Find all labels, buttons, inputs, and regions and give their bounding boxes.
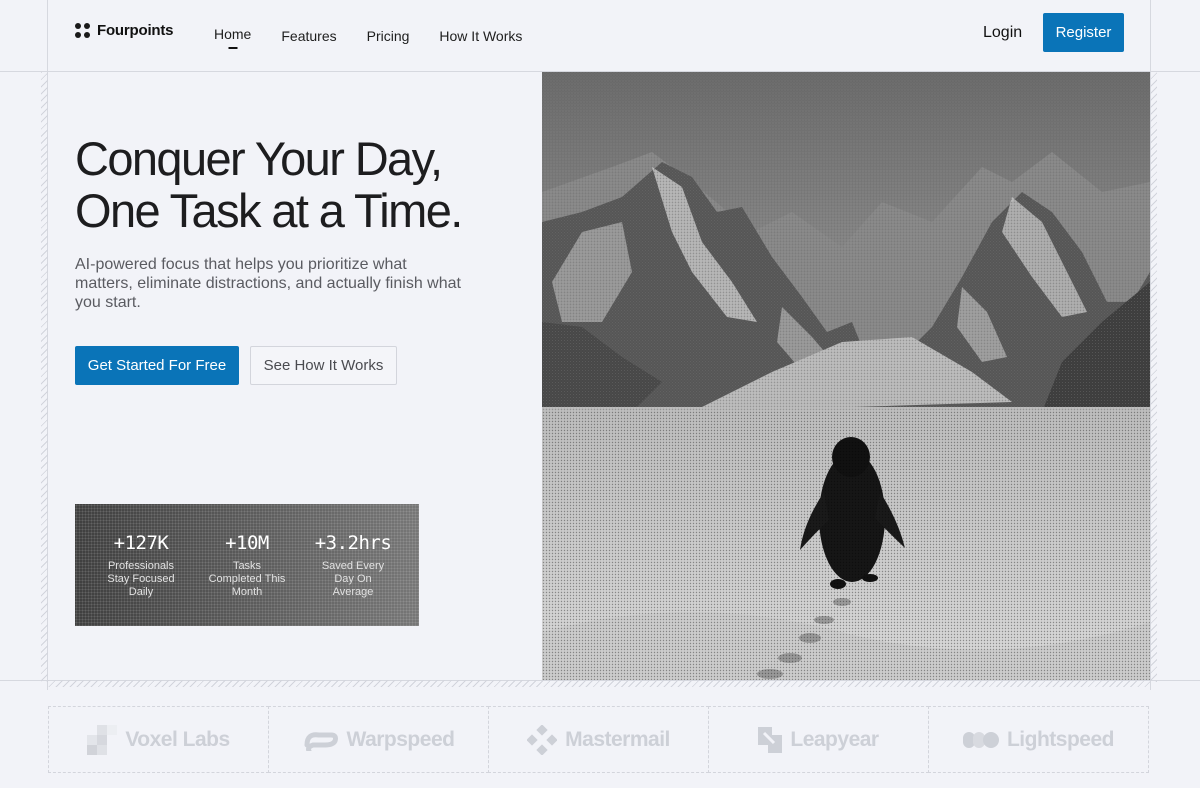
stat-value: +127K [113,532,169,554]
partner-name: Leapyear [790,727,879,751]
stat-label: Professionals Stay Focused Daily [107,560,175,598]
partner-voxel-labs: Voxel Labs [48,706,269,773]
voxel-logo-icon [87,724,118,755]
partner-warpspeed: Warpspeed [268,706,489,773]
partner-logos: Voxel Labs Warpspeed Mastermail Leapyear… [48,706,1149,773]
hero-title-line-1: Conquer Your Day, [75,132,443,185]
hatched-rail-left [41,72,48,682]
lightspeed-logo-icon [962,731,999,748]
hero-image-penguin [542,72,1150,680]
login-link[interactable]: Login [983,24,1022,42]
stat-professionals: +127K Professionals Stay Focused Daily [101,532,181,626]
stat-label: Saved Every Day On Average [321,560,385,598]
nav-link-pricing[interactable]: Pricing [367,28,410,44]
partner-mastermail: Mastermail [488,706,709,773]
hatched-rail-right [1150,72,1157,682]
partner-lightspeed: Lightspeed [928,706,1149,773]
warpspeed-logo-icon [304,731,338,751]
brand-logo[interactable]: Fourpoints [75,22,174,39]
nav-links: Home Features Pricing How It Works [214,0,552,71]
stat-value: +10M [225,532,269,554]
hero-title: Conquer Your Day, One Task at a Time. [75,133,535,237]
stats-card: +127K Professionals Stay Focused Daily +… [75,504,419,626]
brand-name: Fourpoints [97,22,174,39]
stat-value: +3.2hrs [314,532,392,554]
partner-name: Lightspeed [1006,727,1115,751]
navbar: Fourpoints Home Features Pricing How It … [48,0,1150,71]
nav-link-how-it-works[interactable]: How It Works [439,28,522,44]
stat-tasks: +10M Tasks Completed This Month [207,532,287,626]
mastermail-logo-icon [527,724,558,755]
register-button[interactable]: Register [1043,13,1124,52]
partner-name: Mastermail [565,727,670,751]
see-how-it-works-button[interactable]: See How It Works [250,346,397,385]
leapyear-logo-icon [758,726,783,753]
hero-title-line-2: One Task at a Time. [75,184,463,237]
get-started-button[interactable]: Get Started For Free [75,346,239,385]
fourpoints-logo-icon [75,22,91,39]
partner-name: Warpspeed [346,727,455,751]
hero-subtitle: AI-powered focus that helps you prioriti… [75,256,461,311]
stat-label: Tasks Completed This Month [208,560,286,598]
partner-leapyear: Leapyear [708,706,929,773]
stat-time-saved: +3.2hrs Saved Every Day On Average [313,532,393,626]
partner-name: Voxel Labs [125,727,230,751]
hatched-rail-bottom [48,680,1150,687]
nav-link-home[interactable]: Home [214,26,251,42]
nav-link-features[interactable]: Features [281,28,336,44]
